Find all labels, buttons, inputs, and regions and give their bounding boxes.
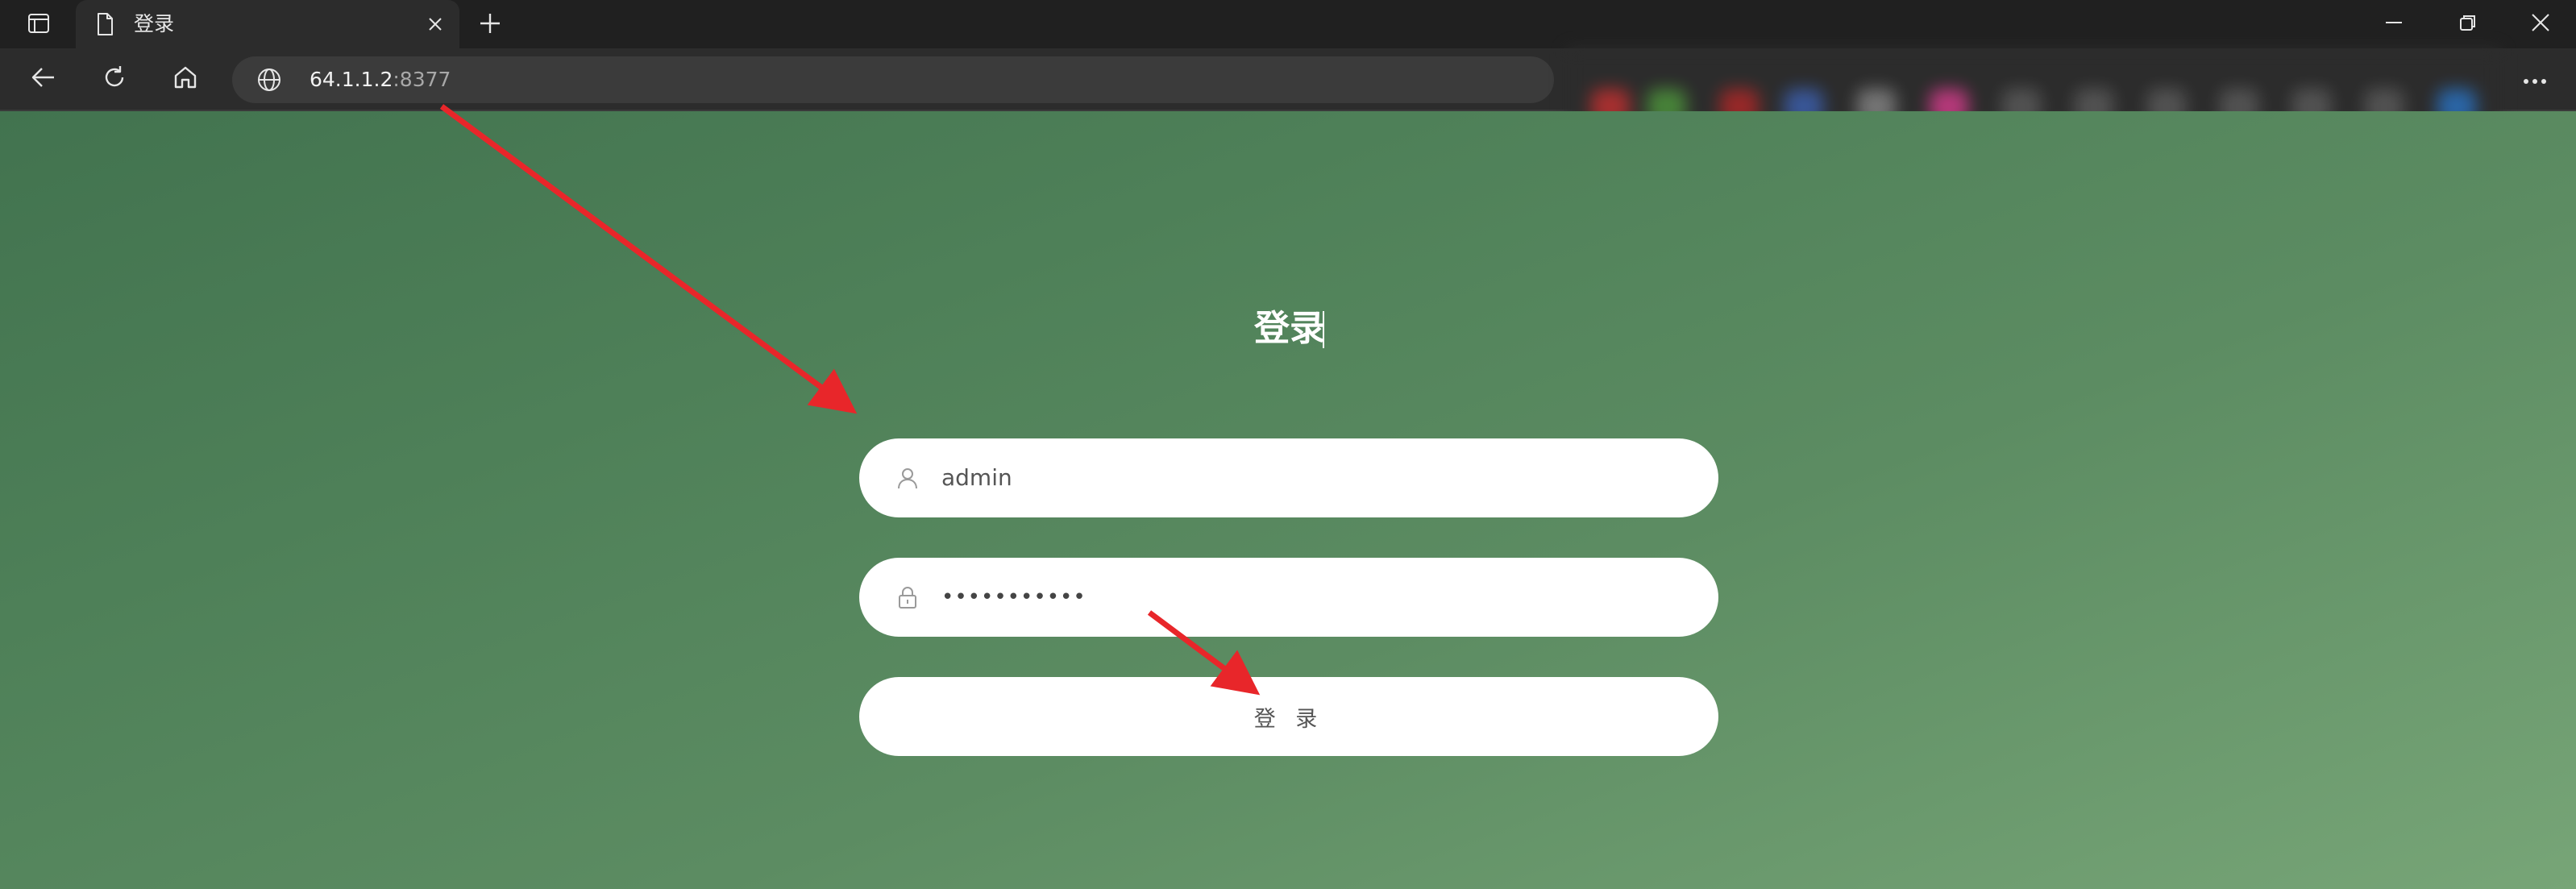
login-button-label: 登 录 xyxy=(1253,706,1324,732)
text-caret xyxy=(1323,311,1324,348)
tab-title: 登录 xyxy=(134,12,175,35)
browser-toolbar: 64.1.1.2:8377 xyxy=(0,48,2576,193)
home-button[interactable] xyxy=(161,58,210,100)
user-icon xyxy=(895,465,920,491)
refresh-icon xyxy=(101,64,128,94)
minimize-button[interactable] xyxy=(2357,0,2431,48)
new-tab-button[interactable] xyxy=(469,8,511,42)
refresh-button[interactable] xyxy=(90,58,139,100)
more-button[interactable] xyxy=(2512,60,2558,100)
globe-icon xyxy=(256,67,282,93)
login-button[interactable]: 登 录 xyxy=(859,677,1718,756)
browser-window: 登录 64.1.1.2:8377 登录 admin ••••••••••• 登 … xyxy=(0,0,2576,889)
close-icon xyxy=(2530,12,2551,36)
browser-tab[interactable]: 登录 xyxy=(76,0,459,48)
window-close-button[interactable] xyxy=(2505,0,2576,48)
tab-close-button[interactable] xyxy=(422,11,448,37)
close-icon xyxy=(429,18,442,31)
title-bar: 登录 xyxy=(0,0,2576,48)
username-value: admin xyxy=(941,464,1012,491)
minimize-icon xyxy=(2384,13,2404,35)
password-value: ••••••••••• xyxy=(941,585,1086,609)
home-icon xyxy=(172,64,199,94)
login-title: 登录 xyxy=(1254,308,1325,349)
url-host: 64.1.1.2 xyxy=(310,68,393,91)
page-icon xyxy=(92,11,118,37)
more-icon xyxy=(2523,73,2547,88)
tab-actions-icon xyxy=(27,12,50,38)
username-field[interactable]: admin xyxy=(859,438,1718,517)
url-text[interactable]: 64.1.1.2:8377 xyxy=(310,66,451,93)
password-field[interactable]: ••••••••••• xyxy=(859,558,1718,637)
restore-icon xyxy=(2458,13,2478,35)
address-bar[interactable]: 64.1.1.2:8377 xyxy=(232,56,1554,103)
lock-icon xyxy=(895,584,920,610)
back-arrow-icon xyxy=(30,64,57,94)
login-page: 登录 admin ••••••••••• 登 录 xyxy=(0,111,2576,889)
plus-icon xyxy=(478,11,502,39)
tab-actions-button[interactable] xyxy=(16,8,61,42)
back-button[interactable] xyxy=(19,58,68,100)
restore-button[interactable] xyxy=(2431,0,2505,48)
url-port: :8377 xyxy=(393,68,451,91)
